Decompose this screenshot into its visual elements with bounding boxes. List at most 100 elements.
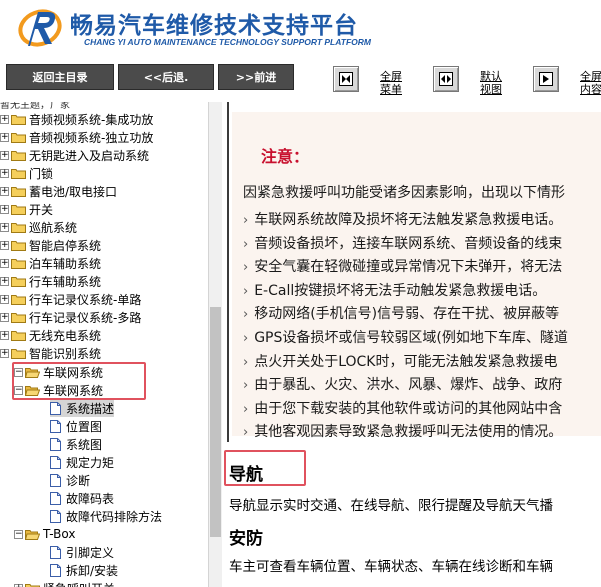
tree-item-label: 音频视频系统-集成功放 <box>29 112 154 127</box>
bullet-chevron-icon: › <box>243 331 249 346</box>
back-button[interactable]: <<后退. <box>118 64 214 90</box>
tree-doc-item[interactable]: 故障码表 <box>50 489 114 507</box>
folder-icon <box>11 348 26 359</box>
tree-item[interactable]: + 门锁 <box>0 164 53 182</box>
fullscreen-content-label[interactable]: 全屏 内容 <box>580 70 601 96</box>
arrow-right-icon <box>539 72 553 86</box>
tree-doc-label: 拆卸/安装 <box>66 563 119 578</box>
notice-item-text: GPS设备损坏或信号较弱区域(例如地下车库、隧道 <box>254 330 568 346</box>
tree-doc-item[interactable]: 拆卸/安装 <box>50 561 118 579</box>
default-view-button[interactable] <box>433 66 459 92</box>
tree-item-label: 无钥匙进入及启动系统 <box>29 148 150 163</box>
tree-doc-label: 规定力矩 <box>66 455 115 470</box>
expand-arrows-icon <box>339 72 353 86</box>
document-icon <box>50 455 61 469</box>
expand-plus-icon: + <box>14 583 23 587</box>
tree-item-emergency[interactable]: + 紧急呼叫开关 <box>14 579 115 587</box>
folder-icon <box>11 276 26 287</box>
notice-item-text: 其他客观因素导致紧急救援呼叫无法使用的情况。 <box>254 424 563 441</box>
expand-plus-icon: + <box>0 221 9 232</box>
expand-plus-icon: + <box>0 347 9 358</box>
bullet-chevron-icon: › <box>243 378 249 394</box>
chang-yi-logo-icon <box>18 9 62 47</box>
fullscreen-content-button[interactable] <box>533 66 559 92</box>
tree-scrollbar[interactable] <box>208 102 222 587</box>
notice-item: › E-Call按键损坏将无法手动触发紧急救援电话。 <box>243 280 546 300</box>
tree-item[interactable]: + 行车记录仪系统-多路 <box>0 308 141 326</box>
tree-item[interactable]: + 泊车辅助系统 <box>0 254 101 272</box>
tree-item[interactable]: + 智能启停系统 <box>0 236 101 254</box>
notice-intro: 因紧急救援呼叫功能受诸多因素影响，出现以下情形 <box>243 185 565 201</box>
expand-plus-icon: + <box>0 239 9 250</box>
tree-item-tbox[interactable]: − T-Box <box>14 525 75 543</box>
tree-item-label: T-Box <box>43 527 76 541</box>
tree-doc-item[interactable]: 引脚定义 <box>50 543 114 561</box>
tree-doc-label: 故障码表 <box>66 491 115 506</box>
tree-item[interactable]: + 音频视频系统-集成功放 <box>0 110 153 128</box>
tree-doc-item[interactable]: 规定力矩 <box>50 453 114 471</box>
home-button[interactable]: 返回主目录 <box>6 64 114 90</box>
folder-icon <box>11 240 26 251</box>
folder-icon <box>25 583 40 587</box>
expand-plus-icon: + <box>0 131 9 142</box>
tree-scrollbar-thumb[interactable] <box>210 307 221 537</box>
tree-item[interactable]: + 音频视频系统-独立功放 <box>0 128 153 146</box>
notice-item: › GPS设备损坏或信号较弱区域(例如地下车库、隧道 <box>243 327 568 347</box>
tree-item[interactable]: + 智能识别系统 <box>0 344 101 362</box>
tree-item[interactable]: + 巡航系统 <box>0 218 77 236</box>
tree-item[interactable]: + 无线充电系统 <box>0 326 101 344</box>
notice-item: › 由于您下载安装的其他软件或访问的其他网站中含 <box>243 398 562 418</box>
notice-item-text: 音频设备损坏，连接车联网系统、音频设备的线束 <box>254 235 563 252</box>
section-title-security: 安防 <box>229 529 263 549</box>
notice-item-text: 由于暴乱、火灾、洪水、风暴、爆炸、战争、政府 <box>254 377 563 394</box>
tree-item-label: 智能识别系统 <box>29 346 102 361</box>
tree-doc-item[interactable]: 系统图 <box>50 435 102 453</box>
app-header: 畅易汽车维修技术支持平台 CHANG YI AUTO MAINTENANCE T… <box>0 0 601 58</box>
bullet-chevron-icon: › <box>243 236 249 252</box>
tree-item[interactable]: + 行车辅助系统 <box>0 272 101 290</box>
folder-icon <box>11 150 26 161</box>
expand-plus-icon: + <box>0 293 9 304</box>
tree-item[interactable]: + 开关 <box>0 200 53 218</box>
bullet-chevron-icon: › <box>243 260 249 276</box>
fullscreen-menu-label[interactable]: 全屏 菜单 <box>380 70 402 96</box>
tree-item-label: 开关 <box>29 202 54 217</box>
fullscreen-menu-label-line2: 菜单 <box>380 83 402 96</box>
document-icon <box>50 473 61 487</box>
fullscreen-content-label-line2: 内容 <box>580 83 601 96</box>
folder-icon <box>11 294 26 305</box>
tree-doc-item[interactable]: 诊断 <box>50 471 90 489</box>
document-icon <box>50 509 61 523</box>
open-folder-icon <box>25 529 40 540</box>
notice-item-text: 点火开关处于LOCK时，可能无法触发紧急救援电 <box>254 353 558 370</box>
navigation-tree: 暂无主题，厂家 + 音频视频系统-集成功放 + 音频视频系统-独立功放 + 无钥匙进入及启… <box>0 102 208 587</box>
tree-item[interactable]: + 行车记录仪系统-单路 <box>0 290 141 308</box>
tree-doc-label: 系统图 <box>66 437 103 452</box>
tree-item[interactable]: + 蓄电池/取电接口 <box>0 182 117 200</box>
expand-plus-icon: + <box>0 167 9 178</box>
tree-doc-item[interactable]: 故障代码排除方法 <box>50 507 162 525</box>
folder-icon <box>11 168 26 179</box>
tree-doc-item[interactable]: 位置图 <box>50 417 102 435</box>
expand-plus-icon: + <box>0 257 9 268</box>
bullet-chevron-icon: › <box>243 307 249 323</box>
notice-item: › 由于暴乱、火灾、洪水、风暴、爆炸、战争、政府 <box>243 374 562 394</box>
folder-icon <box>11 330 26 341</box>
bullet-chevron-icon: › <box>243 425 249 441</box>
tree-doc-item[interactable]: 系统描述 <box>50 399 115 417</box>
tree-item-label: 智能启停系统 <box>29 238 102 253</box>
notice-item: › 车联网系统故障及损坏将无法触发紧急救援电话。 <box>243 209 562 229</box>
notice-item: › 音频设备损坏，连接车联网系统、音频设备的线束 <box>243 233 562 253</box>
tree-item-label: 泊车辅助系统 <box>29 256 102 271</box>
tree-item[interactable]: + 无钥匙进入及启动系统 <box>0 146 149 164</box>
notice-item: › 安全气囊在轻微碰撞或异常情况下未弹开，将无法 <box>243 256 562 276</box>
fullscreen-menu-button[interactable] <box>333 66 359 92</box>
document-icon <box>50 437 61 451</box>
document-icon <box>50 491 61 505</box>
tree-item-label: 蓄电池/取电接口 <box>29 184 118 199</box>
tree-item-label: 行车记录仪系统-单路 <box>29 292 142 307</box>
expand-plus-icon: + <box>0 113 9 124</box>
notice-item-text: 车联网系统故障及损坏将无法触发紧急救援电话。 <box>254 212 563 228</box>
forward-button[interactable]: >>前进 <box>218 64 294 90</box>
default-view-label[interactable]: 默认 视图 <box>480 70 502 96</box>
